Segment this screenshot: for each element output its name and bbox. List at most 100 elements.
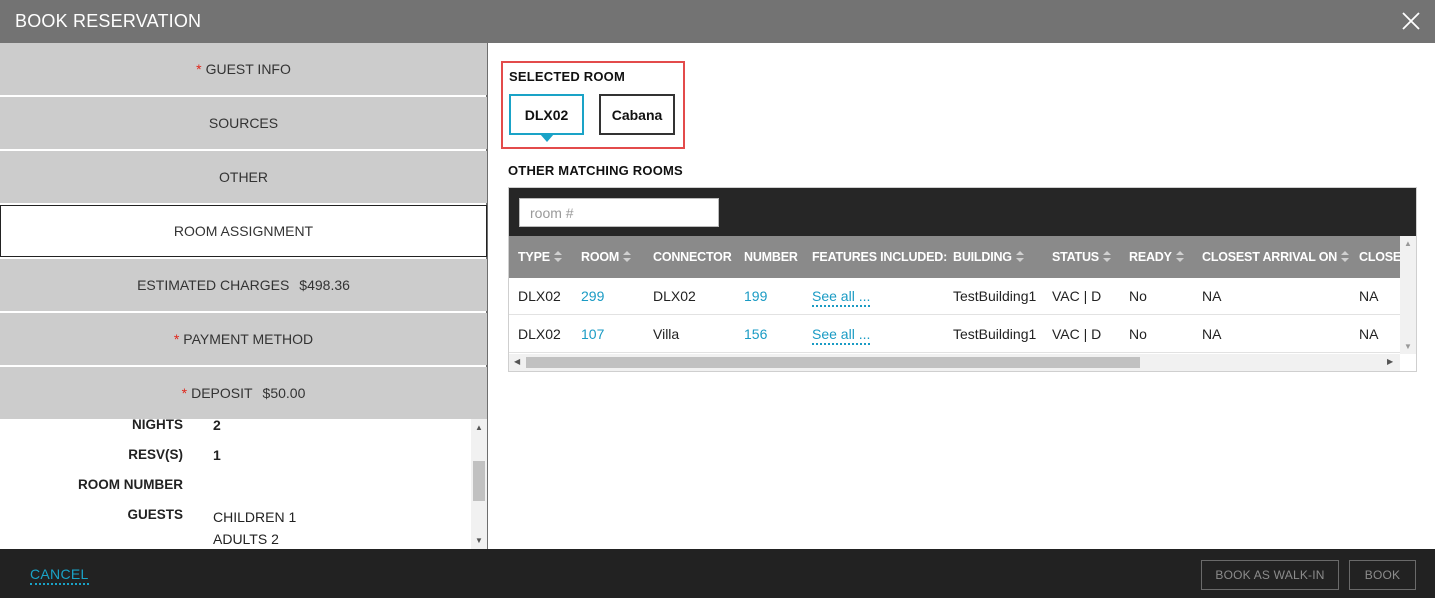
scroll-down-icon[interactable]: ▼: [1404, 342, 1412, 351]
column-label: STATUS: [1052, 250, 1099, 264]
cell-room-link[interactable]: 107: [581, 316, 604, 353]
guests-label: GUESTS: [127, 507, 183, 522]
table-row[interactable]: DLX02 107 Villa 156 See all ... TestBuil…: [509, 316, 1400, 353]
room-chip-cabana[interactable]: Cabana: [599, 94, 675, 135]
sort-icon[interactable]: [1341, 251, 1350, 263]
scroll-down-icon[interactable]: ▼: [475, 536, 483, 545]
sort-icon[interactable]: [623, 251, 632, 263]
selected-room-title: SELECTED ROOM: [509, 69, 625, 84]
nav-item-label: SOURCES: [208, 115, 279, 131]
cell-connector: DLX02: [653, 288, 696, 304]
required-marker: *: [181, 385, 188, 401]
guests-values: CHILDREN 1 ADULTS 2: [213, 506, 296, 549]
column-label: CONNECTOR: [653, 250, 732, 264]
grid-header: TYPE ROOM CONNECTOR NUMBER FEATURES INCL…: [509, 236, 1400, 278]
column-header-room[interactable]: ROOM: [581, 236, 632, 278]
nav-item-label: ESTIMATED CHARGES: [137, 277, 290, 293]
room-chip-dlx02[interactable]: DLX02: [509, 94, 584, 142]
nav-item-label: OTHER: [219, 169, 268, 185]
left-panel: * GUEST INFO SOURCES OTHER ROOM ASSIGNME…: [0, 43, 488, 549]
grid-horizontal-scrollbar[interactable]: ◀ ▶: [509, 354, 1400, 371]
nights-label: NIGHTS: [131, 419, 183, 432]
cell-number-link[interactable]: 199: [744, 278, 767, 315]
sort-icon[interactable]: [1102, 251, 1111, 263]
cell-room-link[interactable]: 299: [581, 278, 604, 315]
cancel-button[interactable]: CANCEL: [30, 566, 89, 585]
column-label: NUMBER: [744, 250, 798, 264]
cell-ready: No: [1129, 288, 1147, 304]
cell-closest: NA: [1359, 326, 1379, 342]
deposit-amount: $50.00: [262, 385, 306, 401]
sort-icon[interactable]: [553, 251, 562, 263]
required-marker: *: [173, 331, 180, 347]
required-marker: *: [196, 61, 202, 77]
reservation-summary: NIGHTS 2 RESV(S) 1 ROOM NUMBER GUESTS CH…: [0, 419, 487, 549]
estimated-charges-amount: $498.36: [299, 277, 350, 293]
selected-room-section: SELECTED ROOM DLX02 Cabana: [501, 61, 685, 149]
column-label: BUILDING: [953, 250, 1012, 264]
nav-item-other[interactable]: OTHER: [0, 151, 487, 203]
room-number-label: ROOM NUMBER: [78, 477, 183, 492]
scrollbar-thumb[interactable]: [473, 461, 485, 501]
adults-count: ADULTS 2: [213, 531, 279, 547]
cell-connector: Villa: [653, 326, 680, 342]
cell-closest-arrival: NA: [1202, 288, 1222, 304]
column-header-type[interactable]: TYPE: [518, 236, 562, 278]
scrollbar-thumb[interactable]: [526, 357, 1140, 368]
close-icon[interactable]: [1399, 9, 1423, 33]
nav-item-guest-info[interactable]: * GUEST INFO: [0, 43, 487, 95]
book-as-walk-in-button[interactable]: BOOK AS WALK-IN: [1201, 560, 1339, 590]
column-label: TYPE: [518, 250, 550, 264]
cell-status: VAC | D: [1052, 288, 1102, 304]
scroll-up-icon[interactable]: ▲: [1404, 239, 1412, 248]
cell-number-link[interactable]: 156: [744, 316, 767, 353]
nav-item-label: PAYMENT METHOD: [183, 331, 314, 347]
dialog-footer: CANCEL BOOK AS WALK-IN BOOK: [0, 549, 1435, 598]
cell-closest: NA: [1359, 288, 1379, 304]
grid-body: DLX02 299 DLX02 199 See all ... TestBuil…: [509, 278, 1400, 354]
dialog-title: BOOK RESERVATION: [15, 11, 202, 31]
scroll-right-icon[interactable]: ▶: [1387, 357, 1393, 366]
sort-icon[interactable]: [1175, 251, 1184, 263]
nav-item-room-assignment[interactable]: ROOM ASSIGNMENT: [0, 205, 487, 257]
see-all-features-link[interactable]: See all ...: [812, 278, 871, 315]
nights-value: 2: [213, 419, 221, 433]
room-search-input[interactable]: [519, 198, 719, 227]
resvs-label: RESV(S): [128, 447, 183, 462]
column-header-closest[interactable]: CLOSES: [1359, 236, 1400, 278]
column-label: READY: [1129, 250, 1172, 264]
column-label: CLOSES: [1359, 250, 1400, 264]
children-count: CHILDREN 1: [213, 509, 297, 525]
cell-closest-arrival: NA: [1202, 326, 1222, 342]
matching-rooms-grid: TYPE ROOM CONNECTOR NUMBER FEATURES INCL…: [508, 187, 1417, 372]
nav-item-sources[interactable]: SOURCES: [0, 97, 487, 149]
resvs-value: 1: [213, 447, 221, 463]
grid-vertical-scrollbar[interactable]: ▲ ▼: [1400, 236, 1416, 354]
nav-item-estimated-charges[interactable]: ESTIMATED CHARGES $498.36: [0, 259, 487, 311]
nav-item-label: GUEST INFO: [205, 61, 291, 77]
column-header-building[interactable]: BUILDING: [953, 236, 1024, 278]
column-header-closest-arrival[interactable]: CLOSEST ARRIVAL ON: [1202, 236, 1350, 278]
column-header-ready[interactable]: READY: [1129, 236, 1184, 278]
book-reservation-dialog: BOOK RESERVATION * GUEST INFO SOURCES OT…: [0, 0, 1435, 598]
cell-status: VAC | D: [1052, 326, 1102, 342]
cell-ready: No: [1129, 326, 1147, 342]
other-matching-rooms-title: OTHER MATCHING ROOMS: [508, 163, 683, 178]
nav-item-deposit[interactable]: * DEPOSIT $50.00: [0, 367, 487, 419]
summary-scrollbar[interactable]: ▲ ▼: [471, 419, 487, 549]
column-header-connector[interactable]: CONNECTOR: [653, 236, 732, 278]
column-header-number[interactable]: NUMBER: [744, 236, 798, 278]
scroll-left-icon[interactable]: ◀: [514, 357, 520, 366]
see-all-features-link[interactable]: See all ...: [812, 316, 871, 353]
column-header-status[interactable]: STATUS: [1052, 236, 1111, 278]
column-header-features[interactable]: FEATURES INCLUDED:: [812, 236, 947, 278]
nav-item-label: DEPOSIT: [191, 385, 253, 401]
sort-icon[interactable]: [1015, 251, 1024, 263]
book-button[interactable]: BOOK: [1349, 560, 1416, 590]
nav-item-payment-method[interactable]: * PAYMENT METHOD: [0, 313, 487, 365]
cell-building: TestBuilding1: [953, 326, 1037, 342]
see-all-label: See all ...: [812, 288, 871, 307]
column-label: ROOM: [581, 250, 620, 264]
table-row[interactable]: DLX02 299 DLX02 199 See all ... TestBuil…: [509, 278, 1400, 315]
scroll-up-icon[interactable]: ▲: [475, 423, 483, 432]
